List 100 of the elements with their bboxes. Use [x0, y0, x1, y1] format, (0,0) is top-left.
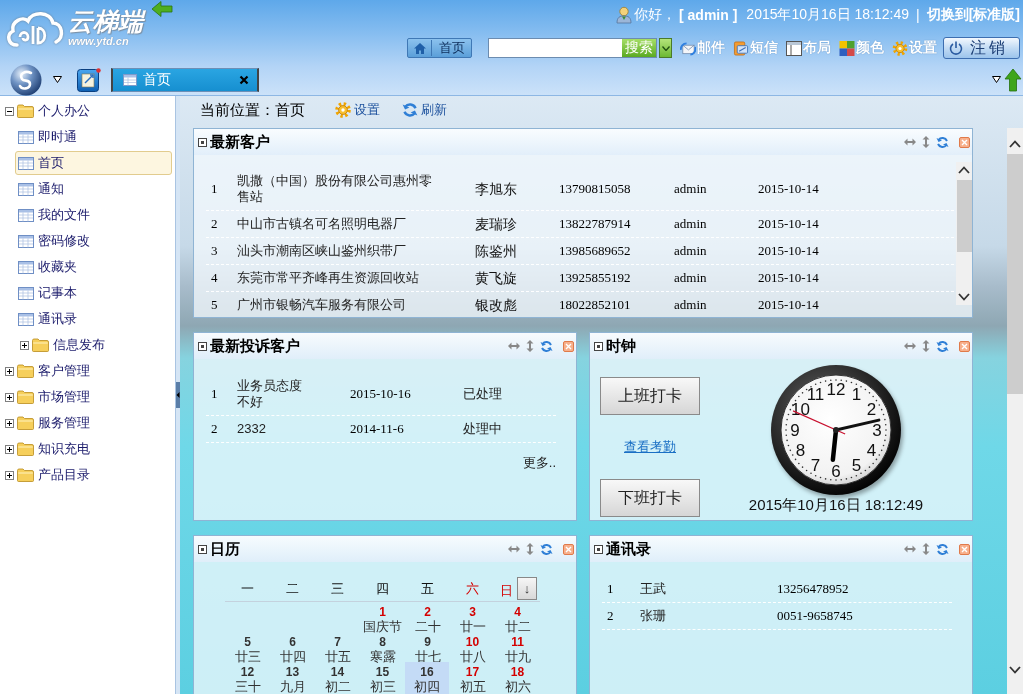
toggle-button[interactable]: ↓ — [517, 577, 537, 600]
calendar-day[interactable]: 1 国庆节 — [360, 602, 405, 634]
tree-item[interactable]: 产品目录 — [14, 463, 97, 487]
tree-item[interactable]: 通知 — [15, 177, 71, 201]
calendar-day[interactable]: 18 初六 — [495, 662, 540, 694]
horizontal-arrows-icon[interactable] — [904, 545, 916, 553]
collapse-handle[interactable] — [176, 382, 180, 408]
calendar-day[interactable]: 11 廿九 — [495, 632, 540, 664]
horizontal-arrows-icon[interactable] — [904, 342, 916, 350]
table-cell-text: 5 — [210, 297, 219, 313]
square-toggle-icon[interactable] — [594, 341, 603, 351]
vertical-arrows-icon[interactable] — [922, 543, 930, 555]
square-toggle-icon[interactable] — [198, 137, 207, 147]
breadcrumb-link[interactable]: 设置 — [335, 101, 380, 119]
chevron-down-icon[interactable] — [1009, 666, 1021, 674]
home-button[interactable]: 首页 — [407, 38, 472, 58]
close-icon[interactable] — [563, 543, 574, 555]
horizontal-arrows-icon[interactable] — [508, 545, 520, 553]
calendar-day[interactable]: 3 廿一 — [450, 602, 495, 634]
table-cell-text: admin — [673, 270, 708, 286]
plus-box-icon[interactable] — [5, 444, 14, 454]
calendar-day[interactable]: 15 初三 — [360, 662, 405, 694]
weekday-label: 二 — [286, 579, 299, 598]
tree-item[interactable]: 密码修改 — [15, 229, 97, 253]
close-icon[interactable] — [563, 340, 574, 352]
tree-item[interactable]: 知识充电 — [14, 437, 97, 461]
tree-item[interactable]: 市场管理 — [14, 385, 97, 409]
chevron-down-icon[interactable] — [958, 293, 970, 301]
minus-box-icon[interactable] — [5, 106, 14, 116]
tree-item[interactable]: 即时通 — [15, 125, 84, 149]
attendance-link[interactable]: 查看考勤 — [624, 439, 676, 455]
more-link[interactable]: 更多.. — [522, 455, 556, 470]
tree-item[interactable]: 客户管理 — [14, 359, 97, 383]
weekday-label: 一 — [241, 579, 254, 598]
square-toggle-icon[interactable] — [594, 544, 603, 554]
calendar-day[interactable]: 6 廿四 — [270, 632, 315, 664]
table-cell-text: 13822787914 — [558, 216, 632, 232]
calendar-day[interactable]: 16 初四 — [405, 662, 449, 694]
close-icon[interactable] — [959, 340, 970, 352]
calendar-day[interactable]: 2 二十 — [405, 602, 450, 634]
refresh-icon[interactable] — [936, 542, 949, 556]
plus-box-icon[interactable] — [20, 340, 29, 350]
calendar-day[interactable]: 10 廿八 — [450, 632, 495, 664]
calendar-day[interactable]: 9 廿七 — [405, 632, 450, 664]
tree-item[interactable]: 我的文件 — [15, 203, 97, 227]
horizontal-arrows-icon[interactable] — [508, 342, 520, 350]
refresh-icon[interactable] — [936, 135, 949, 149]
left-arrow-icon[interactable] — [151, 0, 173, 18]
dropdown-button[interactable] — [659, 38, 672, 58]
tree-item[interactable]: 个人办公 — [14, 99, 97, 123]
table-cell-text: 4 — [210, 270, 219, 286]
tree-item[interactable]: 首页 — [15, 151, 172, 175]
calendar-day[interactable]: 7 廿五 — [315, 632, 360, 664]
check-in-button[interactable]: 上班打卡 — [600, 377, 700, 415]
calendar-day[interactable]: 4 廿二 — [495, 602, 540, 634]
refresh-icon[interactable] — [936, 339, 949, 353]
calendar-day[interactable]: 14 初二 — [315, 662, 360, 694]
close-icon[interactable] — [959, 543, 970, 555]
calendar-day[interactable]: 5 廿三 — [225, 632, 270, 664]
square-toggle-icon[interactable] — [198, 544, 207, 554]
caret-down-icon[interactable] — [992, 76, 1001, 83]
vertical-arrows-icon[interactable] — [526, 543, 534, 555]
tree-item[interactable]: 通讯录 — [15, 307, 84, 331]
plus-box-icon[interactable] — [5, 470, 14, 480]
close-icon[interactable] — [959, 136, 970, 148]
scrollbar[interactable] — [1007, 128, 1023, 694]
swirl-orb-icon[interactable] — [10, 63, 42, 96]
scrollbar[interactable] — [956, 162, 972, 305]
refresh-icon[interactable] — [540, 339, 553, 353]
tree-item[interactable]: 信息发布 — [29, 333, 112, 357]
plus-box-icon[interactable] — [5, 392, 14, 402]
caret-down-icon[interactable] — [53, 76, 62, 83]
calendar-day[interactable]: 13 九月 — [270, 662, 315, 694]
calendar-day[interactable]: 17 初五 — [450, 662, 495, 694]
square-toggle-icon[interactable] — [198, 341, 207, 351]
close-icon[interactable] — [239, 74, 249, 85]
up-arrow-icon[interactable] — [1004, 67, 1022, 92]
app-icon[interactable] — [77, 67, 101, 92]
plus-box-icon[interactable] — [5, 418, 14, 428]
calendar-day[interactable]: 8 寒露 — [360, 632, 405, 664]
breadcrumb-link[interactable]: 刷新 — [402, 101, 447, 119]
horizontal-arrows-icon[interactable] — [904, 138, 916, 146]
vertical-arrows-icon[interactable] — [922, 136, 930, 148]
plus-box-icon[interactable] — [5, 366, 14, 376]
calendar-day[interactable]: 12 三十 — [225, 662, 270, 694]
chevron-up-icon[interactable] — [1009, 140, 1021, 148]
vertical-arrows-icon[interactable] — [922, 340, 930, 352]
table-cell-text: 东莞市常平齐峰再生资源回收站 — [236, 270, 420, 286]
tree-item[interactable]: 服务管理 — [14, 411, 97, 435]
scrollbar-thumb[interactable] — [956, 180, 972, 252]
scrollbar-thumb[interactable] — [1007, 154, 1023, 394]
vertical-arrows-icon[interactable] — [526, 340, 534, 352]
chevron-up-icon[interactable] — [958, 166, 970, 174]
tree-item[interactable]: 收藏夹 — [15, 255, 84, 279]
clock-numeral: 2 — [866, 400, 877, 419]
check-out-button[interactable]: 下班打卡 — [600, 479, 700, 517]
tree-item[interactable]: 记事本 — [15, 281, 84, 305]
splitter[interactable] — [175, 96, 180, 694]
logout-button[interactable]: 注销 — [943, 37, 1020, 59]
refresh-icon[interactable] — [540, 542, 553, 556]
